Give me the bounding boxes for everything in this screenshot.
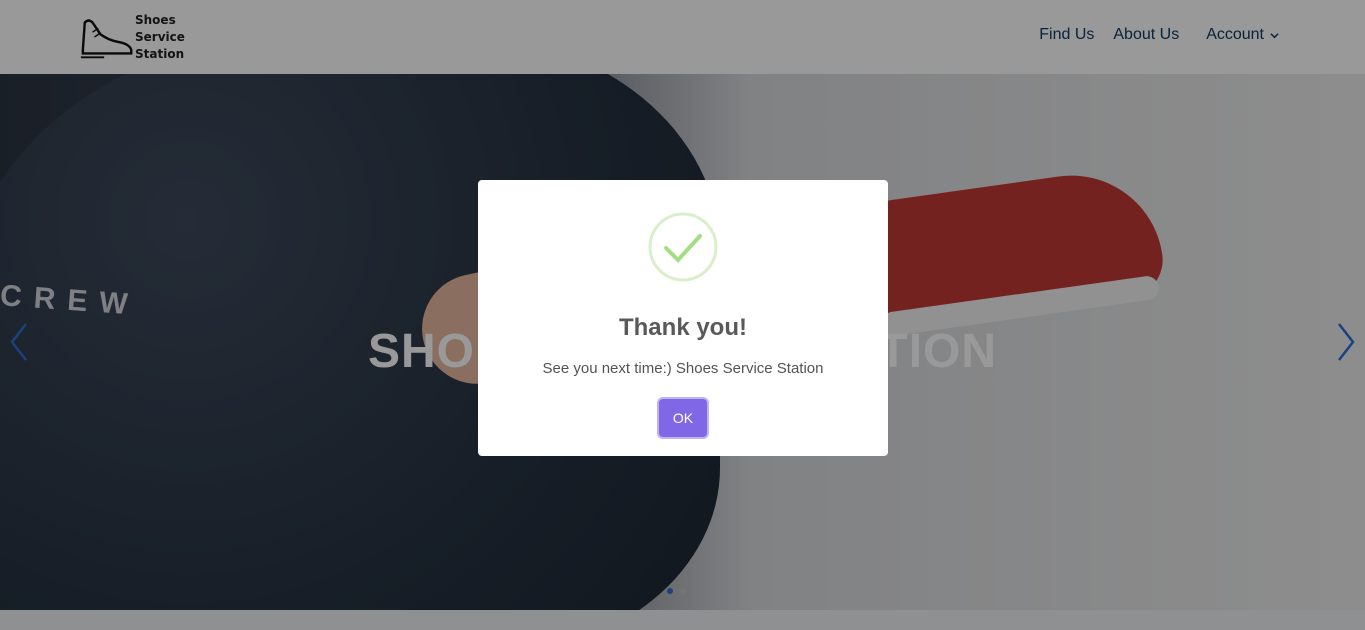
modal-message: See you next time:) Shoes Service Statio… <box>542 360 824 377</box>
thank-you-modal: Thank you! See you next time:) Shoes Ser… <box>478 180 888 456</box>
modal-title: Thank you! <box>618 314 747 341</box>
success-check-icon <box>648 212 718 282</box>
ok-button[interactable]: OK <box>659 399 707 437</box>
